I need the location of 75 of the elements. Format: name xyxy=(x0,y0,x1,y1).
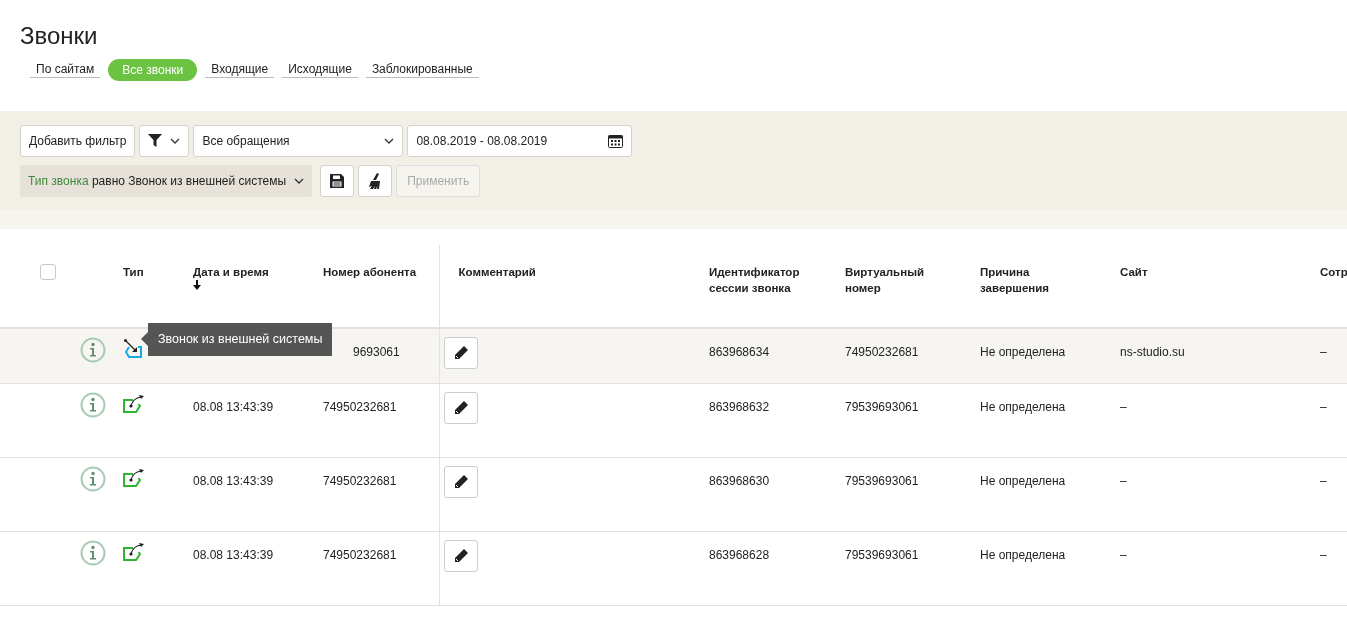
site-text: ns-studio.su xyxy=(1120,344,1185,359)
tooltip: Звонок из внешней системы xyxy=(148,322,333,356)
pencil-icon xyxy=(453,401,468,416)
column-header[interactable]: Сайт xyxy=(1120,263,1215,280)
tab[interactable]: Входящие xyxy=(205,58,275,78)
virtual-number-text: 79539693061 xyxy=(845,474,919,489)
caret-icon xyxy=(170,137,181,144)
tab[interactable]: Исходящие xyxy=(282,58,358,78)
site-text: – xyxy=(1120,548,1127,563)
save-button[interactable] xyxy=(320,164,355,197)
date-time-text: 08.08 13:43:39 xyxy=(193,400,274,415)
site-text: – xyxy=(1120,474,1127,489)
pencil-icon xyxy=(453,345,468,360)
employee-text: – xyxy=(1320,400,1327,415)
info-icon[interactable] xyxy=(80,336,106,363)
call-type-icon xyxy=(123,468,145,489)
virtual-number-text: 74950232681 xyxy=(845,344,919,359)
phone-number-text: 9693061 xyxy=(353,344,400,359)
site-text: – xyxy=(1120,400,1127,415)
column-header[interactable]: Дата и время xyxy=(193,263,288,280)
end-reason-text: Не определена xyxy=(980,474,1066,489)
pencil-icon xyxy=(453,549,468,564)
column-header[interactable]: Сотр xyxy=(1320,263,1347,280)
call-type-icon xyxy=(123,394,145,415)
add-filter-button[interactable]: Добавить фильтр xyxy=(20,124,136,157)
phone-number-text: 74950232681 xyxy=(323,474,397,489)
tab[interactable]: По сайтам xyxy=(30,58,101,78)
filter-icon xyxy=(148,134,163,148)
info-icon[interactable] xyxy=(80,540,106,567)
calendar-icon xyxy=(608,133,624,148)
filter-dropdown-button[interactable] xyxy=(139,124,190,157)
date-time-text: 08.08 13:43:39 xyxy=(193,474,274,489)
page-title: Звонки xyxy=(20,22,99,51)
pencil-icon xyxy=(453,475,468,490)
caret-icon xyxy=(384,137,395,144)
request-select[interactable]: Все обращения xyxy=(193,124,404,157)
phone-number-text: 74950232681 xyxy=(323,400,397,415)
call-type-icon xyxy=(123,542,145,563)
employee-text: – xyxy=(1320,474,1327,489)
session-id-text: 863968632 xyxy=(709,400,770,415)
sort-arrow-icon xyxy=(193,279,201,290)
virtual-number-text: 79539693061 xyxy=(845,400,919,415)
filter-condition-text: Тип звонка равно Звонок из внешней системы xyxy=(28,172,287,190)
tooltip-pointer-icon xyxy=(141,332,148,347)
virtual-number-text: 79539693061 xyxy=(845,548,919,563)
edit-comment-button[interactable] xyxy=(443,466,478,499)
column-header[interactable]: Комментарий xyxy=(458,263,554,280)
end-reason-text: Не определена xyxy=(980,344,1066,359)
edit-comment-button[interactable] xyxy=(443,336,478,369)
employee-text: – xyxy=(1320,344,1327,359)
select-all-checkbox[interactable] xyxy=(40,263,56,280)
date-range-field[interactable]: 08.08.2019 - 08.08.2019 xyxy=(407,124,633,157)
filter-condition[interactable]: Тип звонка равно Звонок из внешней системы xyxy=(20,164,313,197)
clear-button[interactable] xyxy=(358,164,393,197)
tab[interactable]: Заблокированные xyxy=(365,58,479,78)
end-reason-text: Не определена xyxy=(980,400,1066,415)
session-id-text: 863968634 xyxy=(709,344,770,359)
session-id-text: 863968630 xyxy=(709,474,770,489)
caret-icon xyxy=(294,177,305,184)
call-type-icon xyxy=(123,338,145,359)
column-header[interactable]: Виртуальный номер xyxy=(845,263,940,296)
phone-number-text: 74950232681 xyxy=(323,548,397,563)
employee-text: – xyxy=(1320,548,1327,563)
info-icon[interactable] xyxy=(80,392,106,419)
edit-comment-button[interactable] xyxy=(443,540,478,573)
info-icon[interactable] xyxy=(80,466,106,493)
column-header[interactable]: Причина завершения xyxy=(980,263,1075,296)
broom-icon xyxy=(368,172,383,189)
date-time-text: 08.08 13:43:39 xyxy=(193,548,274,563)
edit-comment-button[interactable] xyxy=(443,392,478,425)
session-id-text: 863968628 xyxy=(709,548,770,563)
column-header[interactable]: Тип xyxy=(123,263,180,280)
column-header[interactable]: Номер абонента xyxy=(323,263,418,280)
end-reason-text: Не определена xyxy=(980,548,1066,563)
column-header[interactable]: Идентификатор сессии звонка xyxy=(709,263,804,296)
